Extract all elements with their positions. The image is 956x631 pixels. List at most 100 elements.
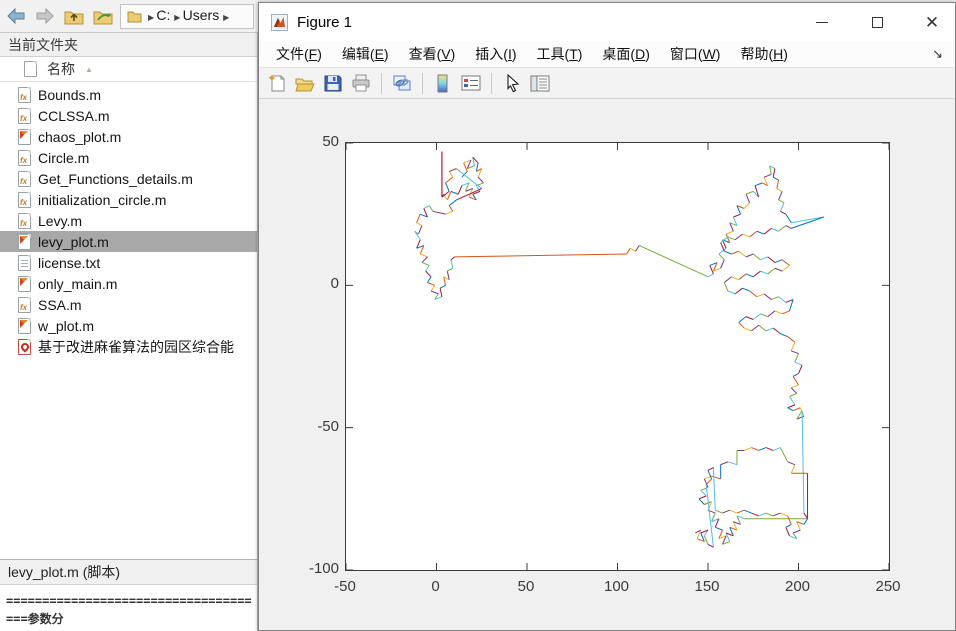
open-file-icon	[295, 78, 315, 91]
forward-icon	[36, 8, 54, 24]
list-item[interactable]: fx Bounds.m	[0, 84, 257, 105]
breadcrumb[interactable]: ▶ C: ▶ Users ▶	[120, 3, 254, 29]
figure-toolbar	[259, 68, 955, 99]
insert-colorbar-icon	[437, 74, 448, 92]
new-figure-button[interactable]	[265, 71, 289, 95]
file-preview-pane: ================================== ===参数…	[0, 585, 257, 631]
matlab-desktop: ▶ C: ▶ Users ▶ 当前文件夹 名称 ▲ fx Bounds.m fx CC…	[0, 0, 956, 631]
menu-D[interactable]: 桌面(D)	[593, 42, 658, 66]
toolbar-separator	[422, 72, 423, 94]
breadcrumb-segment[interactable]: C:	[156, 7, 174, 23]
file-name: w_plot.m	[38, 317, 95, 334]
insert-colorbar-button[interactable]	[431, 71, 455, 95]
property-inspector-button[interactable]	[528, 71, 552, 95]
property-inspector-icon	[530, 75, 550, 91]
list-item[interactable]: fx initialization_circle.m	[0, 189, 257, 210]
file-name: initialization_circle.m	[38, 191, 167, 208]
y-tick-label: 0	[330, 275, 339, 293]
open-file-button[interactable]	[293, 71, 317, 95]
new-figure-icon	[268, 74, 284, 91]
list-item[interactable]: fx Levy.m	[0, 210, 257, 231]
link-plot-button[interactable]	[390, 71, 414, 95]
browse-folder-button[interactable]	[91, 4, 115, 28]
close-button[interactable]: ✕	[909, 3, 955, 41]
list-item[interactable]: chaos_plot.m	[0, 126, 257, 147]
back-icon	[7, 8, 25, 24]
list-item[interactable]: 基于改进麻雀算法的园区综合能	[0, 336, 257, 357]
toolbar-separator	[381, 72, 382, 94]
folder-browse-icon	[93, 11, 113, 24]
file-name: Circle.m	[38, 149, 90, 166]
file-list: fx Bounds.m fx CCLSSA.m chaos_plot.m fx Circle…	[0, 82, 257, 559]
close-icon: ✕	[924, 12, 940, 32]
x-tick-label: 250	[875, 578, 901, 595]
list-item[interactable]: only_main.m	[0, 273, 257, 294]
file-icon-function: fx	[18, 170, 31, 187]
list-item[interactable]: w_plot.m	[0, 315, 257, 336]
file-details-bar: levy_plot.m (脚本)	[0, 559, 257, 585]
edit-plot-button[interactable]	[500, 71, 524, 95]
file-name: Get_Functions_details.m	[38, 170, 193, 187]
file-name: chaos_plot.m	[38, 128, 122, 145]
link-plot-icon	[393, 75, 411, 91]
menu-E[interactable]: 编辑(E)	[333, 42, 398, 66]
back-button[interactable]	[4, 4, 28, 28]
y-tick-label: -100	[308, 560, 339, 577]
figure-window-title: Figure 1	[297, 13, 353, 31]
menu-F[interactable]: 文件(F)	[267, 42, 331, 66]
sort-ascending-icon: ▲	[85, 64, 93, 74]
menu-T[interactable]: 工具(T)	[528, 42, 592, 66]
current-folder-panel: 当前文件夹 名称 ▲ fx Bounds.m fx CCLSSA.m chaos_plo…	[0, 33, 258, 631]
dock-figure-icon[interactable]: ↘	[932, 46, 947, 62]
file-icon-function: fx	[18, 86, 31, 103]
file-icon-function: fx	[18, 191, 31, 208]
y-tick-label: -50	[317, 417, 339, 435]
y-tick-label: 50	[322, 133, 339, 150]
file-name: Bounds.m	[38, 86, 102, 103]
save-figure-button[interactable]	[321, 71, 345, 95]
up-one-level-button[interactable]	[62, 4, 86, 28]
x-tick-label: 200	[784, 578, 811, 595]
list-item[interactable]: levy_plot.m	[0, 231, 257, 252]
menu-H[interactable]: 帮助(H)	[731, 42, 796, 66]
folder-icon	[127, 11, 142, 22]
x-tick-label: -50	[334, 578, 356, 595]
file-type-column-icon	[24, 61, 37, 77]
file-name: only_main.m	[38, 275, 118, 292]
matlab-logo-icon	[271, 13, 288, 31]
list-item[interactable]: fx CCLSSA.m	[0, 105, 257, 126]
menu-I[interactable]: 插入(I)	[466, 42, 525, 66]
x-tick-label: 50	[517, 578, 535, 595]
list-item[interactable]: fx Get_Functions_details.m	[0, 168, 257, 189]
insert-legend-button[interactable]	[459, 71, 483, 95]
maximize-button[interactable]	[854, 3, 900, 41]
preview-line: ===参数分	[6, 612, 64, 626]
name-column-label: 名称	[47, 61, 75, 77]
forward-button[interactable]	[33, 4, 57, 28]
figure-titlebar[interactable]: Figure 1 ✕	[259, 3, 955, 41]
toolbar-separator	[491, 72, 492, 94]
file-name: 基于改进麻雀算法的园区综合能	[38, 338, 234, 355]
breadcrumb-separator-icon: ▶	[174, 13, 183, 22]
figure-canvas: 50 0 -50 -100 -50 0 50 100 150 200 250	[259, 99, 955, 630]
name-column-header[interactable]: 名称 ▲	[0, 57, 257, 82]
maximize-icon	[871, 16, 883, 28]
menu-W[interactable]: 窗口(W)	[661, 42, 730, 66]
list-item[interactable]: fx Circle.m	[0, 147, 257, 168]
preview-line: ==================================	[6, 594, 252, 608]
breadcrumb-separator-icon: ▶	[223, 13, 230, 22]
file-icon-pdf	[18, 338, 31, 355]
breadcrumb-segment[interactable]: Users	[183, 7, 223, 23]
list-item[interactable]: license.txt	[0, 252, 257, 273]
plot-axes	[345, 142, 890, 571]
file-icon-function: fx	[18, 149, 31, 166]
x-tick-label: 100	[603, 578, 630, 595]
menu-V[interactable]: 查看(V)	[400, 42, 465, 66]
print-figure-button[interactable]	[349, 71, 373, 95]
minimize-button[interactable]	[799, 3, 845, 41]
file-name: CCLSSA.m	[38, 107, 110, 124]
file-icon-function: fx	[18, 296, 31, 313]
list-item[interactable]: fx SSA.m	[0, 294, 257, 315]
folder-up-icon	[64, 11, 84, 24]
figure-window: Figure 1 ✕ 文件(F) 编辑(E) 查看(V) 插入(I) 工具(T) 桌面(D…	[258, 2, 956, 631]
